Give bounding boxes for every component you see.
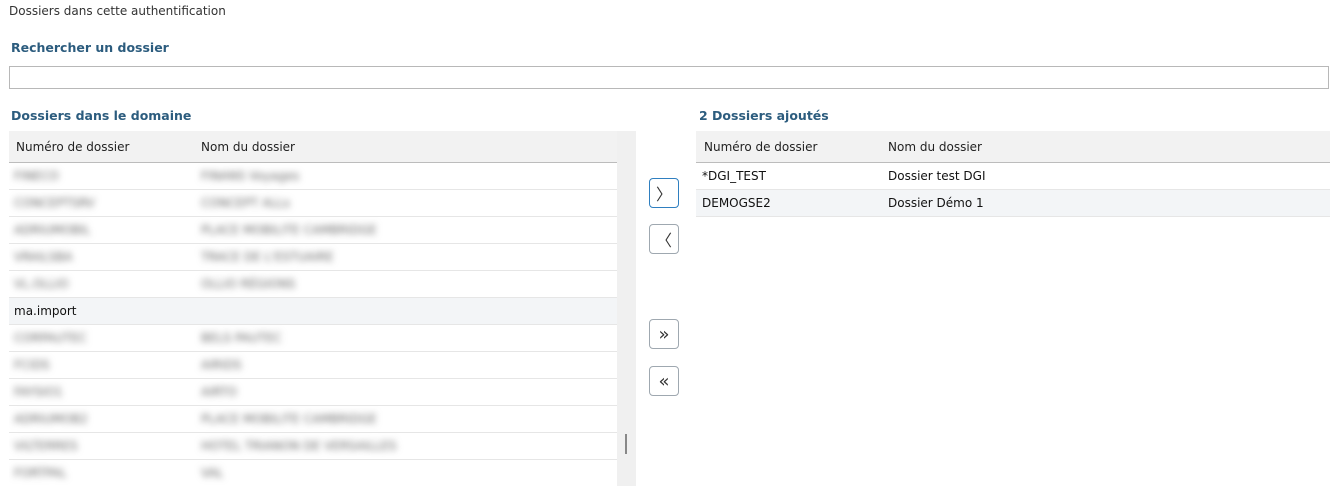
table-row[interactable]: CONCEPTSRV CONCEPT ALLs [9,190,617,217]
domain-folders-table: Numéro de dossier Nom du dossier FINECO F… [9,131,617,486]
folder-number-cell: FCIDS [14,358,50,372]
column-header-number[interactable]: Numéro de dossier [704,140,817,154]
folder-name-cell: AIRTO [201,385,237,399]
table-row[interactable]: DEMOGSE2 Dossier Démo 1 [696,190,1330,217]
search-label: Rechercher un dossier [11,40,169,55]
remove-all-button[interactable]: « [649,366,679,396]
table-row[interactable]: ADRIUMOB2 PLACE MOBILITE CAMBRIDGE [9,406,617,433]
folder-name-cell: Dossier Démo 1 [888,196,984,210]
folder-name-cell: CONCEPT ALLs [201,196,290,210]
folder-number-cell: FORTPAL [14,466,67,480]
folder-number-cell: ADRIUMOBIL [14,223,91,237]
folder-name-cell: AIRIDS [201,358,242,372]
column-header-name[interactable]: Nom du dossier [888,140,982,154]
right-heading: 2 Dossiers ajoutés [699,108,829,123]
folder-number-cell: VRAILSBA [14,250,73,264]
add-selected-button[interactable]: 〉 [649,178,679,208]
remove-selected-button[interactable]: 〈 [649,224,679,254]
left-table-scrollbar[interactable] [617,131,636,486]
table-row[interactable]: FORTPAL VAL [9,460,617,486]
table-row[interactable]: VL.OLLIO OLLIO RÉGIONS [9,271,617,298]
folder-number-cell: CONCEPTSRV [14,196,95,210]
folder-name-cell: Dossier test DGI [888,169,986,183]
folder-name-cell: PLACE MOBILITE CAMBRIDGE [201,223,377,237]
folder-number-cell: ADRIUMOB2 [14,412,88,426]
column-header-name[interactable]: Nom du dossier [201,140,295,154]
table-row[interactable]: CORPAUTEC BELS PAUTEC [9,325,617,352]
folder-name-cell: TRACE DE L'ESTUAIRE [201,250,334,264]
folder-name-cell: VAL [201,466,224,480]
folder-name-cell: HOTEL TRIANON DE VERSAILLES [201,439,397,453]
folder-name-cell: BELS PAUTEC [201,331,282,345]
add-all-button[interactable]: » [649,319,679,349]
table-row[interactable]: VRAILSBA TRACE DE L'ESTUAIRE [9,244,617,271]
folder-name-cell: PLACE MOBILITE CAMBRIDGE [201,412,377,426]
table-row[interactable]: ADRIUMOBIL PLACE MOBILITE CAMBRIDGE [9,217,617,244]
table-row[interactable]: ma.import [9,298,617,325]
table-row[interactable]: VILTERRES HOTEL TRIANON DE VERSAILLES [9,433,617,460]
scrollbar-thumb[interactable] [625,434,627,454]
folder-number-cell: ma.import [14,304,77,318]
folder-number-cell: VILTERRES [14,439,78,453]
folder-number-cell: DEMOGSE2 [702,196,771,210]
folder-number-cell: CORPAUTEC [14,331,87,345]
folder-number-cell: *DGI_TEST [702,169,766,183]
domain-folders-rows: FINECO FINANS Voyages CONCEPTSRV CONCEPT AL… [9,163,617,486]
table-header: Numéro de dossier Nom du dossier [696,131,1330,163]
folder-number-cell: FINECO [14,169,59,183]
table-row[interactable]: FCIDS AIRIDS [9,352,617,379]
added-folders-rows: *DGI_TEST Dossier test DGI DEMOGSE2 Dossier… [696,163,1330,217]
folder-number-cell: VL.OLLIO [14,277,69,291]
page-title: Dossiers dans cette authentification [9,4,226,18]
column-header-number[interactable]: Numéro de dossier [16,140,129,154]
table-row[interactable]: *DGI_TEST Dossier test DGI [696,163,1330,190]
table-row[interactable]: FINECO FINANS Voyages [9,163,617,190]
left-heading: Dossiers dans le domaine [11,108,192,123]
folder-number-cell: FAYSIO1 [14,385,63,399]
folder-name-cell: FINANS Voyages [201,169,300,183]
table-row[interactable]: FAYSIO1 AIRTO [9,379,617,406]
table-header: Numéro de dossier Nom du dossier [9,131,617,163]
search-input[interactable] [9,66,1329,89]
added-folders-table: Numéro de dossier Nom du dossier *DGI_TE… [696,131,1330,231]
folder-name-cell: OLLIO RÉGIONS [201,277,296,291]
